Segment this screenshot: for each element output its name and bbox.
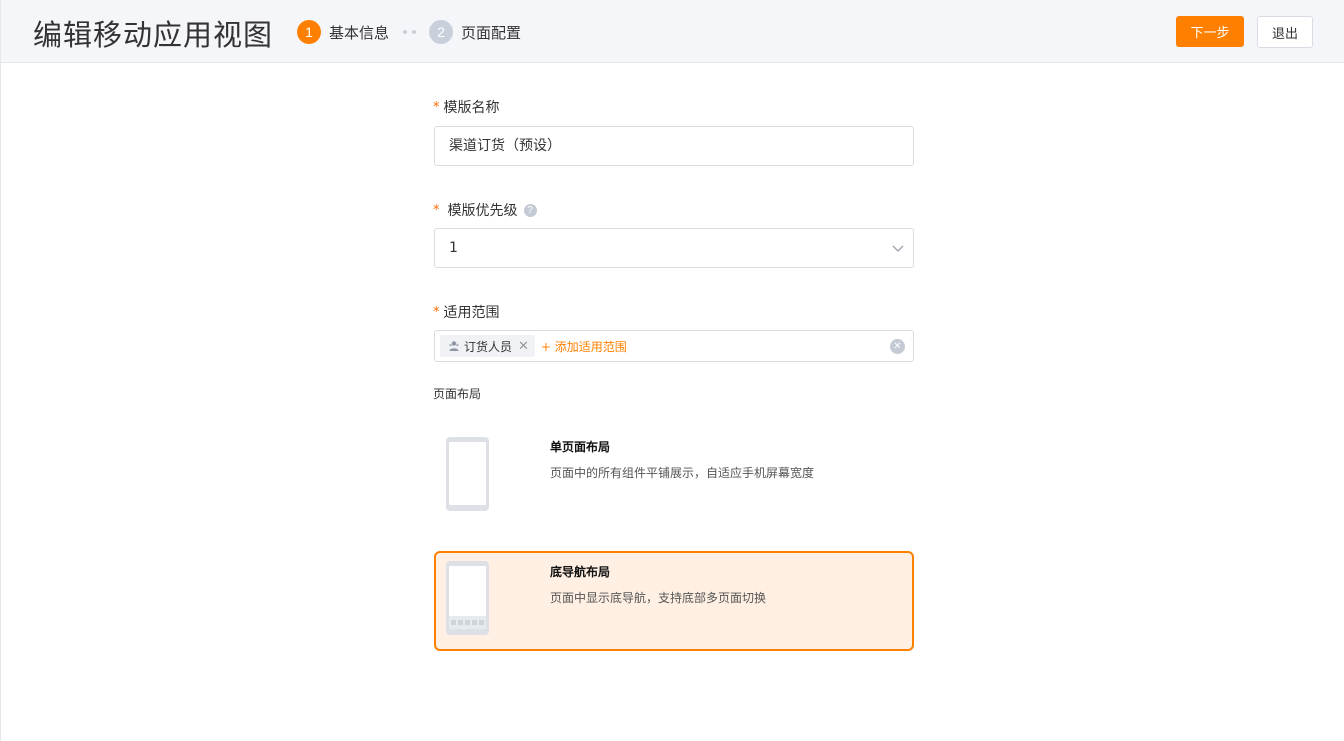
step-2-number: 2: [429, 20, 454, 44]
scope-label-text: 适用范围: [443, 305, 500, 321]
required-mark: *: [433, 202, 440, 218]
required-mark: *: [433, 304, 440, 320]
close-icon[interactable]: ✕: [518, 338, 529, 354]
layout-option-desc: 页面中的所有组件平铺展示，自适应手机屏幕宽度: [550, 466, 815, 480]
help-icon[interactable]: ?: [523, 203, 537, 217]
phone-bottom-nav-icon: [446, 561, 489, 635]
scope-label: * 适用范围: [433, 302, 500, 322]
user-group-icon: [449, 341, 459, 351]
priority-select-value: 1: [449, 240, 458, 256]
step-indicator: 1 基本信息 2 页面配置: [297, 19, 521, 45]
page-layout-label: 页面布局: [433, 387, 482, 401]
chevron-down-icon: [892, 245, 904, 252]
scope-tag-input[interactable]: 订货人员 ✕ + 添加适用范围 ✕: [434, 330, 914, 362]
priority-label-text: 模版优先级: [447, 203, 518, 219]
layout-option-title: 底导航布局: [550, 565, 611, 579]
layout-option-single-page[interactable]: 单页面布局 页面中的所有组件平铺展示，自适应手机屏幕宽度: [434, 426, 914, 526]
step-1-number: 1: [297, 20, 321, 44]
phone-single-page-icon: [446, 437, 489, 511]
scope-tag-label: 订货人员: [464, 339, 513, 354]
template-name-label: * 模版名称: [433, 97, 500, 117]
page-title: 编辑移动应用视图: [33, 18, 274, 52]
clear-icon[interactable]: ✕: [890, 339, 905, 354]
template-name-label-text: 模版名称: [443, 100, 500, 116]
step-separator: [403, 30, 417, 34]
step-2-label: 页面配置: [461, 23, 522, 42]
exit-button[interactable]: 退出: [1257, 16, 1313, 48]
priority-select[interactable]: 1: [434, 228, 914, 268]
layout-option-title: 单页面布局: [550, 440, 611, 454]
header-bar: 编辑移动应用视图 1 基本信息 2 页面配置 下一步 退出: [1, 0, 1344, 63]
template-name-input[interactable]: 渠道订货（预设）: [434, 126, 914, 166]
add-scope-link[interactable]: + 添加适用范围: [541, 338, 627, 355]
scope-tag: 订货人员 ✕: [440, 335, 535, 357]
required-mark: *: [433, 99, 440, 115]
priority-label: * 模版优先级 ?: [433, 200, 537, 220]
layout-option-desc: 页面中显示底导航，支持底部多页面切换: [550, 591, 767, 605]
layout-option-bottom-nav[interactable]: 底导航布局 页面中显示底导航，支持底部多页面切换: [434, 551, 914, 651]
next-step-button[interactable]: 下一步: [1176, 16, 1244, 47]
step-1-label: 基本信息: [329, 23, 390, 42]
